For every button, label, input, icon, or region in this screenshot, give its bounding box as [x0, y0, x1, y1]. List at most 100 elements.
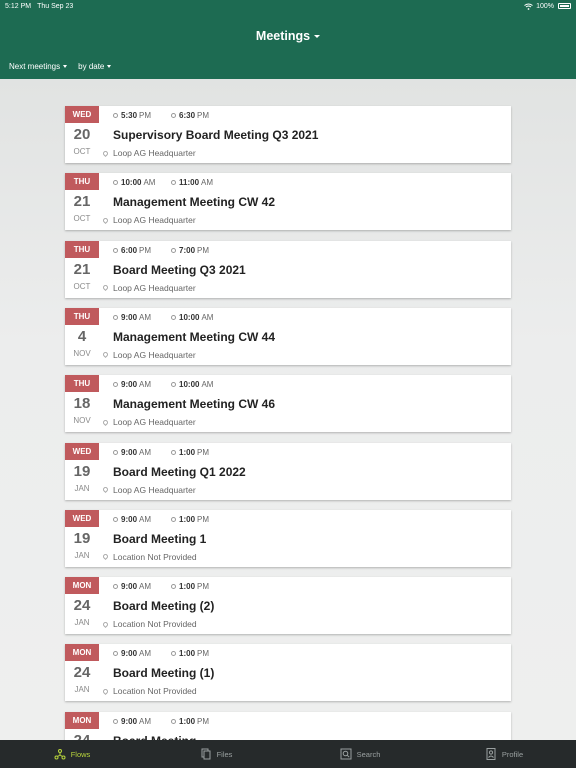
meeting-location: Loop AG Headquarter — [101, 283, 196, 293]
month: NOV — [73, 416, 91, 426]
meeting-card[interactable]: WED 20 OCT 5:30 PM 6:30 PM Supervisory B… — [65, 106, 511, 163]
status-time: 5:12 PM — [5, 2, 32, 10]
location-label: Loop AG Headquarter — [113, 215, 196, 226]
end-time: 10:00 AM — [171, 380, 213, 389]
clock-icon — [113, 314, 118, 320]
day-of-week: MON — [65, 644, 99, 662]
end-time-ampm: PM — [197, 649, 210, 659]
day-of-week: MON — [65, 711, 99, 729]
meeting-list[interactable]: WED 20 OCT 5:30 PM 6:30 PM Supervisory B… — [0, 79, 576, 740]
start-time-ampm: AM — [139, 716, 152, 726]
day-number: 19 — [73, 462, 91, 480]
meetings-title-dropdown[interactable]: Meetings — [0, 29, 576, 43]
meeting-title: Management Meeting CW 42 — [113, 195, 276, 210]
end-time-ampm: PM — [197, 111, 210, 120]
tab-profile[interactable]: Profile — [432, 740, 576, 768]
end-time-value: 7:00 — [179, 245, 196, 255]
meeting-card[interactable]: WED 19 JAN 9:00 AM 1:00 PM Board Meeting… — [65, 509, 511, 567]
day-of-week: WED — [65, 442, 99, 460]
end-time-ampm: AM — [201, 312, 214, 322]
meeting-title: Board Meeting Q3 2021 — [113, 262, 246, 277]
location-label: Loop AG Headquarter — [113, 484, 196, 495]
location-label: Loop AG Headquarter — [113, 148, 196, 158]
filter-bar: Next meetings by date — [9, 62, 112, 71]
clock-icon — [113, 180, 118, 186]
tab-files[interactable]: Files — [144, 740, 288, 768]
end-time: 1:00 PM — [171, 515, 209, 524]
month: JAN — [74, 618, 90, 628]
start-time: 9:00 AM — [113, 649, 151, 658]
clock-icon — [113, 382, 118, 388]
start-time-value: 6:00 — [121, 245, 138, 255]
tab-label: Search — [356, 749, 381, 759]
day-of-week: WED — [65, 106, 99, 123]
tab-label: Flows — [70, 749, 91, 759]
meeting-card[interactable]: THU 4 NOV 9:00 AM 10:00 AM Management Me… — [65, 307, 511, 365]
date-badge: THU 21 OCT — [65, 240, 99, 298]
clock-icon — [171, 382, 176, 388]
app-header: Meetings Next meetings by date — [0, 12, 576, 79]
end-time: 10:00 AM — [171, 313, 213, 322]
day-number: 19 — [73, 529, 91, 547]
start-time: 9:00 AM — [113, 448, 151, 457]
meeting-title: Management Meeting CW 46 — [113, 397, 276, 412]
meeting-card[interactable]: THU 18 NOV 9:00 AM 10:00 AM Management M… — [65, 375, 511, 433]
clock-icon — [171, 247, 176, 253]
meeting-card[interactable]: THU 21 OCT 6:00 PM 7:00 PM Board Meeting… — [65, 240, 511, 298]
location-label: Location Not Provided — [113, 619, 197, 630]
meeting-title: Board Meeting (2) — [113, 599, 215, 614]
location-pin-icon — [101, 687, 110, 695]
caret-down-icon — [314, 35, 321, 39]
month: JAN — [74, 685, 90, 695]
meeting-card[interactable]: MON 24 JAN 9:00 AM 1:00 PM Board Meeting… — [65, 577, 511, 635]
status-bar: 5:12 PM Thu Sep 23 100% — [0, 0, 576, 12]
start-time: 5:30 PM — [113, 111, 151, 120]
location-label: Loop AG Headquarter — [113, 417, 196, 428]
meeting-card[interactable]: MON 24 JAN 9:00 AM 1:00 PM Board Meeting… — [65, 644, 511, 702]
clock-icon — [113, 449, 118, 455]
profile-icon — [485, 748, 497, 760]
meeting-card[interactable]: MON 24 JAN 9:00 AM 1:00 PM Board Meeting — [65, 711, 511, 740]
battery-icon — [558, 3, 571, 9]
meeting-card[interactable]: WED 19 JAN 9:00 AM 1:00 PM Board Meeting… — [65, 442, 511, 500]
day-number: 24 — [73, 597, 91, 615]
status-date: Thu Sep 23 — [37, 2, 74, 10]
meeting-location: Location Not Provided — [101, 551, 197, 562]
month: JAN — [74, 483, 90, 493]
end-time-ampm: PM — [197, 447, 210, 457]
end-time-value: 1:00 — [179, 447, 196, 457]
date-badge: MON 24 JAN — [65, 577, 99, 634]
month: NOV — [73, 348, 91, 358]
start-time-value: 9:00 — [121, 649, 138, 659]
clock-icon — [171, 314, 176, 320]
meeting-card[interactable]: THU 21 OCT 10:00 AM 11:00 AM Management … — [65, 173, 511, 231]
meeting-title: Board Meeting 1 — [113, 531, 207, 546]
location-label: Loop AG Headquarter — [113, 349, 196, 360]
location-label: Location Not Provided — [113, 551, 197, 562]
end-time: 11:00 AM — [171, 178, 213, 187]
tab-search[interactable]: Search — [288, 740, 432, 768]
start-time-value: 9:00 — [121, 447, 138, 457]
start-time-ampm: AM — [139, 582, 152, 592]
day-of-week: THU — [65, 240, 99, 258]
location-pin-icon — [101, 149, 110, 157]
search-icon — [340, 748, 352, 760]
day-number: 4 — [77, 327, 87, 345]
end-time-value: 6:30 — [179, 111, 196, 120]
tab-label: Files — [216, 749, 233, 759]
next-meetings-filter[interactable]: Next meetings — [9, 62, 68, 71]
tab-flows[interactable]: Flows — [0, 740, 144, 768]
files-icon — [200, 748, 212, 760]
location-pin-icon — [101, 216, 110, 224]
end-time-ampm: PM — [197, 716, 210, 726]
battery-percent: 100% — [536, 2, 554, 10]
clock-icon — [113, 651, 118, 657]
start-time: 10:00 AM — [113, 178, 155, 187]
date-badge: WED 19 JAN — [65, 509, 99, 567]
end-time-ampm: PM — [197, 582, 210, 592]
start-time-value: 9:00 — [121, 312, 138, 322]
meeting-title: Management Meeting CW 44 — [113, 329, 276, 344]
end-time-value: 10:00 — [179, 380, 200, 390]
sort-by-date-filter[interactable]: by date — [78, 62, 112, 71]
page-title: Meetings — [255, 29, 311, 43]
